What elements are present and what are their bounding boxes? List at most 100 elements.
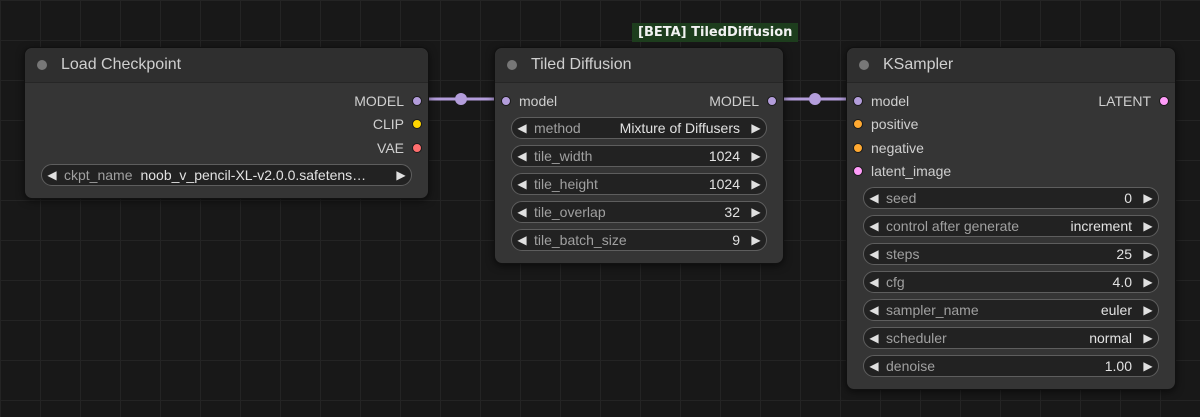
- widget-name: seed: [886, 190, 917, 206]
- widget-name: denoise: [886, 358, 936, 374]
- widget-name: control after generate: [886, 218, 1020, 234]
- decrement-arrow-icon[interactable]: ◀: [512, 149, 532, 163]
- input-slot-latent-image[interactable]: [853, 166, 863, 177]
- io-row-model: model MODEL: [495, 89, 783, 113]
- increment-arrow-icon[interactable]: ▶: [1138, 219, 1158, 233]
- link-midpoint-handle: [455, 93, 467, 105]
- widget-value: 1.00: [1104, 358, 1132, 374]
- collapse-dot-icon[interactable]: [859, 60, 869, 70]
- output-slot-latent[interactable]: [1159, 95, 1169, 106]
- input-slot-model[interactable]: [501, 95, 511, 106]
- input-slot-model[interactable]: [853, 95, 863, 106]
- output-slot-model[interactable]: [767, 95, 777, 106]
- tiled-diffusion-node[interactable]: Tiled Diffusion model MODEL ◀ method Mix…: [494, 47, 784, 264]
- cfg-number[interactable]: ◀ cfg 4.0 ▶: [863, 271, 1159, 293]
- widget-name: steps: [886, 246, 920, 262]
- output-slot-clip[interactable]: [412, 119, 422, 130]
- widget-name: scheduler: [886, 330, 947, 346]
- ksampler-node[interactable]: KSampler model LATENT positive negative: [846, 47, 1176, 390]
- scheduler-combo[interactable]: ◀ scheduler normal ▶: [863, 327, 1159, 349]
- tile-width-number[interactable]: ◀ tile_width 1024 ▶: [511, 144, 767, 167]
- widget-name: tile_batch_size: [534, 231, 627, 248]
- decrement-arrow-icon[interactable]: ◀: [864, 275, 884, 289]
- input-row-latent-image: latent_image: [847, 160, 1175, 184]
- increment-arrow-icon[interactable]: ▶: [746, 149, 766, 163]
- widget-value: 1024: [708, 175, 740, 192]
- input-slot-positive[interactable]: [853, 119, 863, 130]
- collapse-dot-icon[interactable]: [37, 60, 47, 70]
- control-after-generate-combo[interactable]: ◀ control after generate increment ▶: [863, 215, 1159, 237]
- tile-batch-size-number[interactable]: ◀ tile_batch_size 9 ▶: [511, 228, 767, 251]
- increment-arrow-icon[interactable]: ▶: [746, 121, 766, 135]
- widget-name: method: [534, 119, 581, 136]
- collapse-dot-icon[interactable]: [507, 60, 517, 70]
- decrement-arrow-icon[interactable]: ◀: [512, 233, 532, 247]
- input-label-negative: negative: [871, 139, 924, 156]
- output-slot-model[interactable]: [412, 95, 422, 106]
- widget-value: normal: [1089, 330, 1132, 346]
- widget-name: tile_width: [534, 147, 593, 164]
- graph-canvas[interactable]: Load Checkpoint MODEL CLIP VAE ◀ ckpt_na…: [0, 0, 1200, 417]
- decrement-arrow-icon[interactable]: ◀: [864, 191, 884, 205]
- increment-arrow-icon[interactable]: ▶: [1138, 359, 1158, 373]
- increment-arrow-icon[interactable]: ▶: [1138, 275, 1158, 289]
- widget-value: noob_v_pencil-XL-v2.0.0.safetens…: [140, 166, 367, 183]
- node-title-bar[interactable]: Tiled Diffusion: [495, 48, 783, 83]
- input-row-negative: negative: [847, 136, 1175, 160]
- ckpt-name-combo[interactable]: ◀ ckpt_name noob_v_pencil-XL-v2.0.0.safe…: [41, 163, 412, 186]
- output-label-vae: VAE: [377, 139, 404, 156]
- increment-arrow-icon[interactable]: ▶: [1138, 191, 1158, 205]
- output-row-clip: CLIP: [25, 113, 428, 137]
- node-title: Load Checkpoint: [61, 56, 182, 73]
- beta-badge: [BETA] TiledDiffusion: [632, 23, 799, 42]
- output-label-latent: LATENT: [1098, 92, 1151, 109]
- output-label-model: MODEL: [354, 92, 404, 109]
- denoise-number[interactable]: ◀ denoise 1.00 ▶: [863, 355, 1159, 377]
- widget-value: increment: [1070, 218, 1132, 234]
- increment-arrow-icon[interactable]: ▶: [746, 177, 766, 191]
- decrement-arrow-icon[interactable]: ◀: [864, 303, 884, 317]
- increment-arrow-icon[interactable]: ▶: [1138, 331, 1158, 345]
- input-label-model: model: [871, 92, 910, 109]
- decrement-arrow-icon[interactable]: ◀: [512, 177, 532, 191]
- increment-arrow-icon[interactable]: ▶: [746, 233, 766, 247]
- widget-value: Mixture of Diffusers: [619, 119, 740, 136]
- input-label-positive: positive: [871, 116, 919, 133]
- output-row-vae: VAE: [25, 136, 428, 160]
- widget-value: 0: [1124, 190, 1132, 206]
- link-midpoint-handle: [809, 93, 821, 105]
- widget-value: euler: [1100, 302, 1132, 318]
- sampler-name-combo[interactable]: ◀ sampler_name euler ▶: [863, 299, 1159, 321]
- tile-overlap-number[interactable]: ◀ tile_overlap 32 ▶: [511, 200, 767, 223]
- decrement-arrow-icon[interactable]: ◀: [512, 121, 532, 135]
- input-row-positive: positive: [847, 113, 1175, 137]
- node-title-bar[interactable]: Load Checkpoint: [25, 48, 428, 83]
- widget-value: 4.0: [1112, 274, 1132, 290]
- output-label-model: MODEL: [709, 92, 759, 109]
- input-slot-negative[interactable]: [853, 142, 863, 153]
- increment-arrow-icon[interactable]: ▶: [391, 168, 411, 182]
- widget-name: sampler_name: [886, 302, 979, 318]
- decrement-arrow-icon[interactable]: ◀: [864, 219, 884, 233]
- decrement-arrow-icon[interactable]: ◀: [864, 359, 884, 373]
- decrement-arrow-icon[interactable]: ◀: [42, 168, 62, 182]
- widget-value: 25: [1116, 246, 1132, 262]
- seed-number[interactable]: ◀ seed 0 ▶: [863, 187, 1159, 209]
- increment-arrow-icon[interactable]: ▶: [746, 205, 766, 219]
- steps-number[interactable]: ◀ steps 25 ▶: [863, 243, 1159, 265]
- decrement-arrow-icon[interactable]: ◀: [864, 247, 884, 261]
- widget-value: 9: [732, 231, 740, 248]
- node-title: KSampler: [883, 56, 954, 73]
- decrement-arrow-icon[interactable]: ◀: [512, 205, 532, 219]
- output-slot-vae[interactable]: [412, 142, 422, 153]
- widget-name: tile_overlap: [534, 203, 606, 220]
- method-combo[interactable]: ◀ method Mixture of Diffusers ▶: [511, 116, 767, 139]
- input-label-latent-image: latent_image: [871, 163, 952, 180]
- widget-name: ckpt_name: [64, 166, 133, 183]
- node-title-bar[interactable]: KSampler: [847, 48, 1175, 83]
- load-checkpoint-node[interactable]: Load Checkpoint MODEL CLIP VAE ◀ ckpt_na…: [24, 47, 429, 199]
- increment-arrow-icon[interactable]: ▶: [1138, 303, 1158, 317]
- tile-height-number[interactable]: ◀ tile_height 1024 ▶: [511, 172, 767, 195]
- increment-arrow-icon[interactable]: ▶: [1138, 247, 1158, 261]
- decrement-arrow-icon[interactable]: ◀: [864, 331, 884, 345]
